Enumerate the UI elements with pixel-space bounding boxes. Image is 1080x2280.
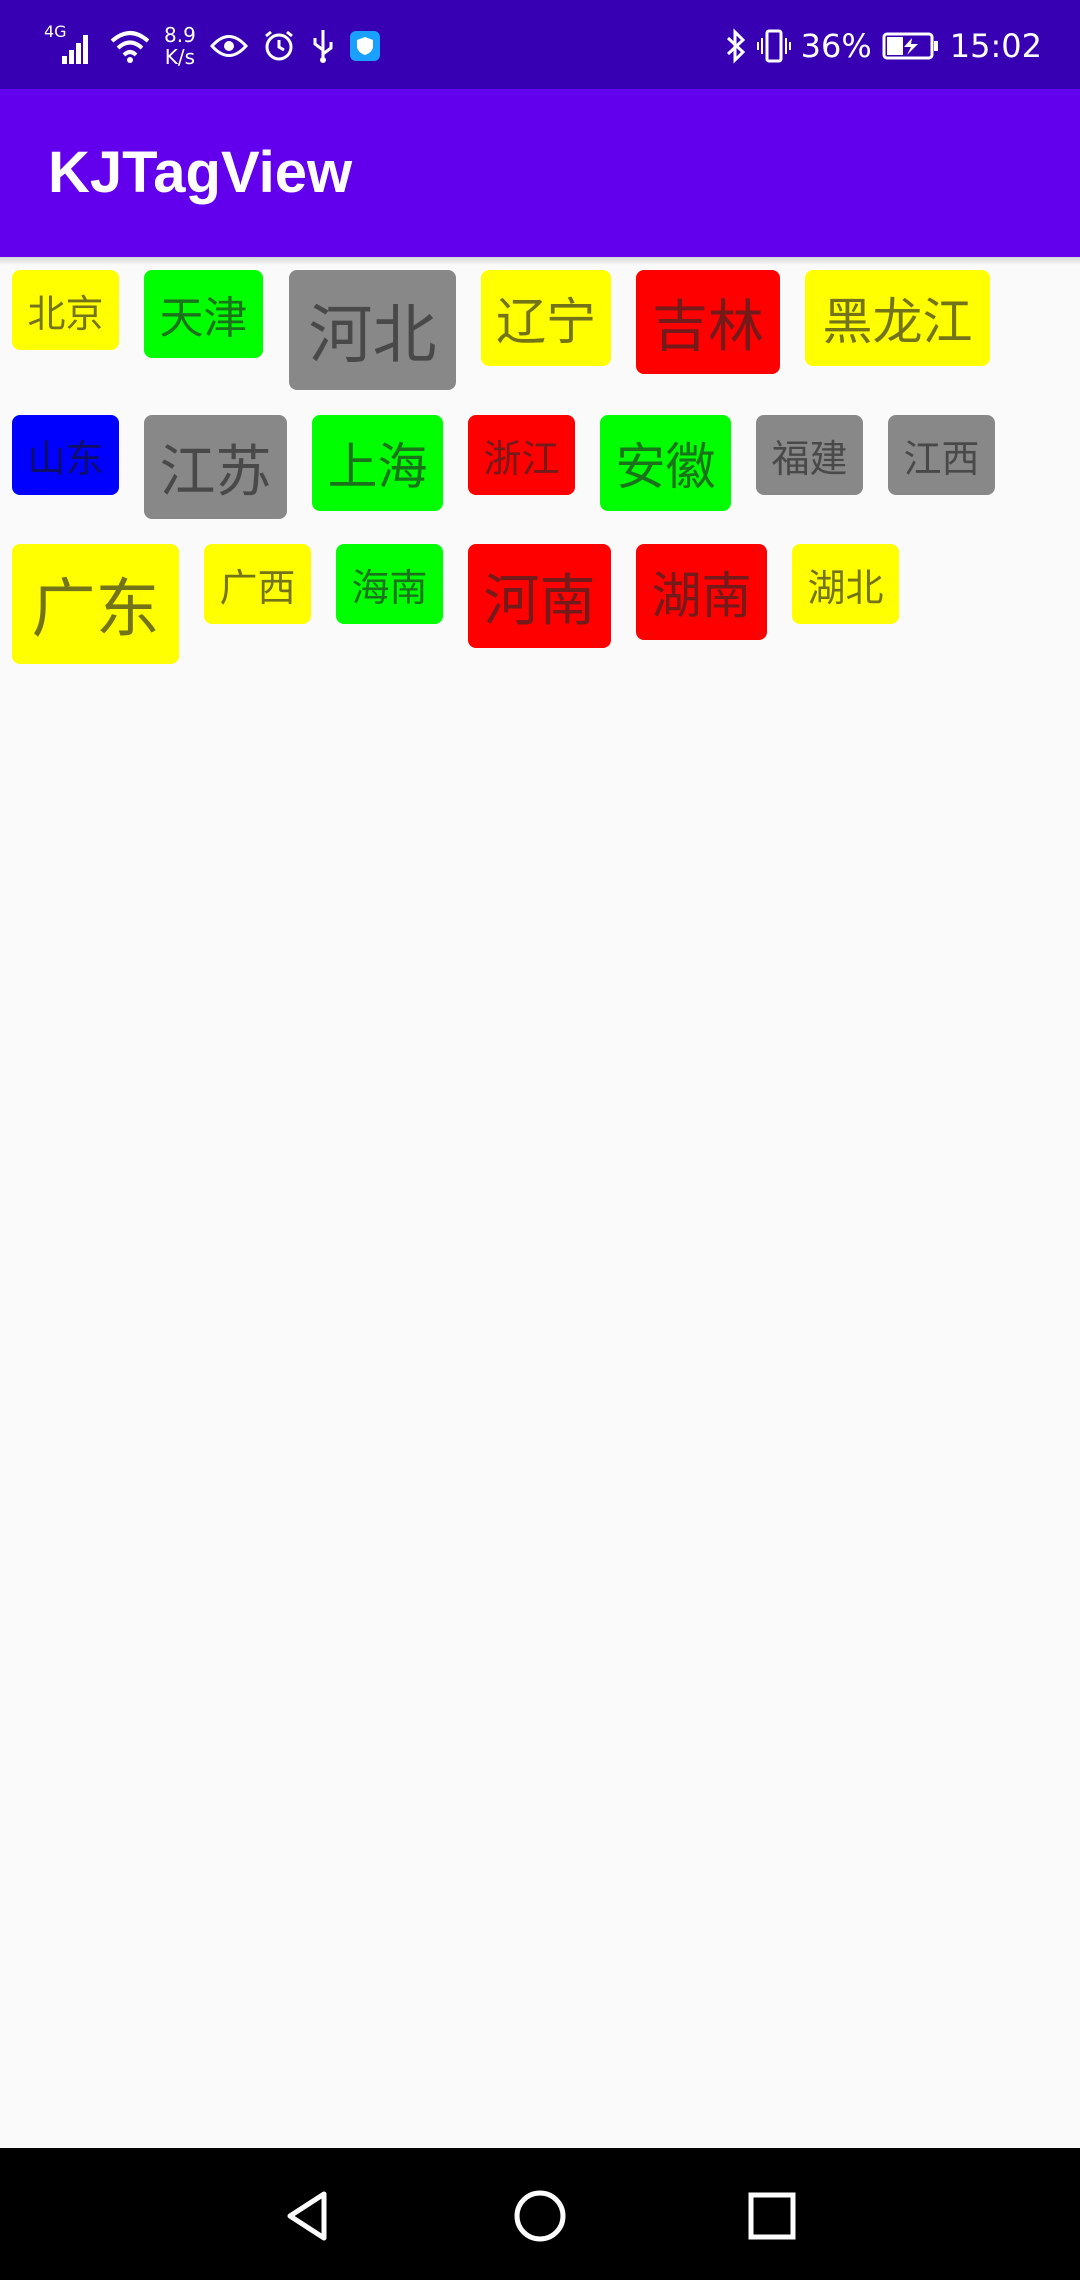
signal-icon: 4G (44, 22, 96, 66)
tag-item[interactable]: 山东 (12, 415, 119, 495)
tag-item[interactable]: 河北 (289, 270, 456, 390)
tag-item[interactable]: 河南 (468, 544, 611, 648)
recents-button[interactable] (740, 2184, 804, 2248)
tag-item[interactable]: 上海 (312, 415, 443, 511)
network-speed: 8.9 K/s (164, 24, 196, 68)
square-recents-icon (748, 2192, 796, 2240)
tag-item[interactable]: 吉林 (636, 270, 780, 374)
tag-item[interactable]: 广西 (204, 544, 311, 624)
tag-item[interactable]: 福建 (756, 415, 863, 495)
usb-icon (310, 28, 336, 64)
tag-item[interactable]: 辽宁 (481, 270, 611, 366)
home-button[interactable] (508, 2184, 572, 2248)
alarm-icon (262, 29, 296, 63)
battery-percent: 36% (800, 27, 872, 65)
tag-item[interactable]: 广东 (12, 544, 179, 664)
navigation-bar (0, 2148, 1080, 2280)
tag-item[interactable]: 湖北 (792, 544, 899, 624)
app-title: KJTagView (48, 140, 353, 205)
triangle-back-icon (287, 2191, 327, 2241)
tag-item[interactable]: 海南 (336, 544, 443, 624)
tag-item[interactable]: 湖南 (636, 544, 767, 640)
tag-item[interactable]: 天津 (144, 270, 263, 358)
tag-item[interactable]: 安徽 (600, 415, 731, 511)
vibrate-icon (756, 28, 791, 64)
clock-time: 15:02 (949, 27, 1042, 65)
network-speed-unit: K/s (164, 45, 196, 69)
battery-charging-icon (882, 31, 940, 61)
tag-item[interactable]: 黑龙江 (805, 270, 990, 366)
network-speed-value: 8.9 (164, 23, 196, 47)
tag-view: 北京 天津 河北 辽宁 吉林 黑龙江 山东 江苏 上海 浙江 安徽 福建 江西 … (0, 257, 1080, 2147)
circle-home-icon (514, 2190, 566, 2242)
tag-item[interactable]: 江西 (888, 415, 995, 495)
status-bar: 4G 8.9 K/s 36% 15:02 (0, 0, 1080, 89)
app-bar: KJTagView (0, 89, 1080, 257)
wifi-icon (110, 29, 150, 63)
back-button[interactable] (276, 2184, 340, 2248)
eye-icon (209, 33, 248, 59)
tag-item[interactable]: 北京 (12, 270, 119, 350)
tag-item[interactable]: 浙江 (468, 415, 575, 495)
bluetooth-icon (725, 28, 747, 64)
network-type-label: 4G (44, 22, 67, 41)
shield-icon (349, 31, 380, 61)
tag-item[interactable]: 江苏 (144, 415, 287, 519)
